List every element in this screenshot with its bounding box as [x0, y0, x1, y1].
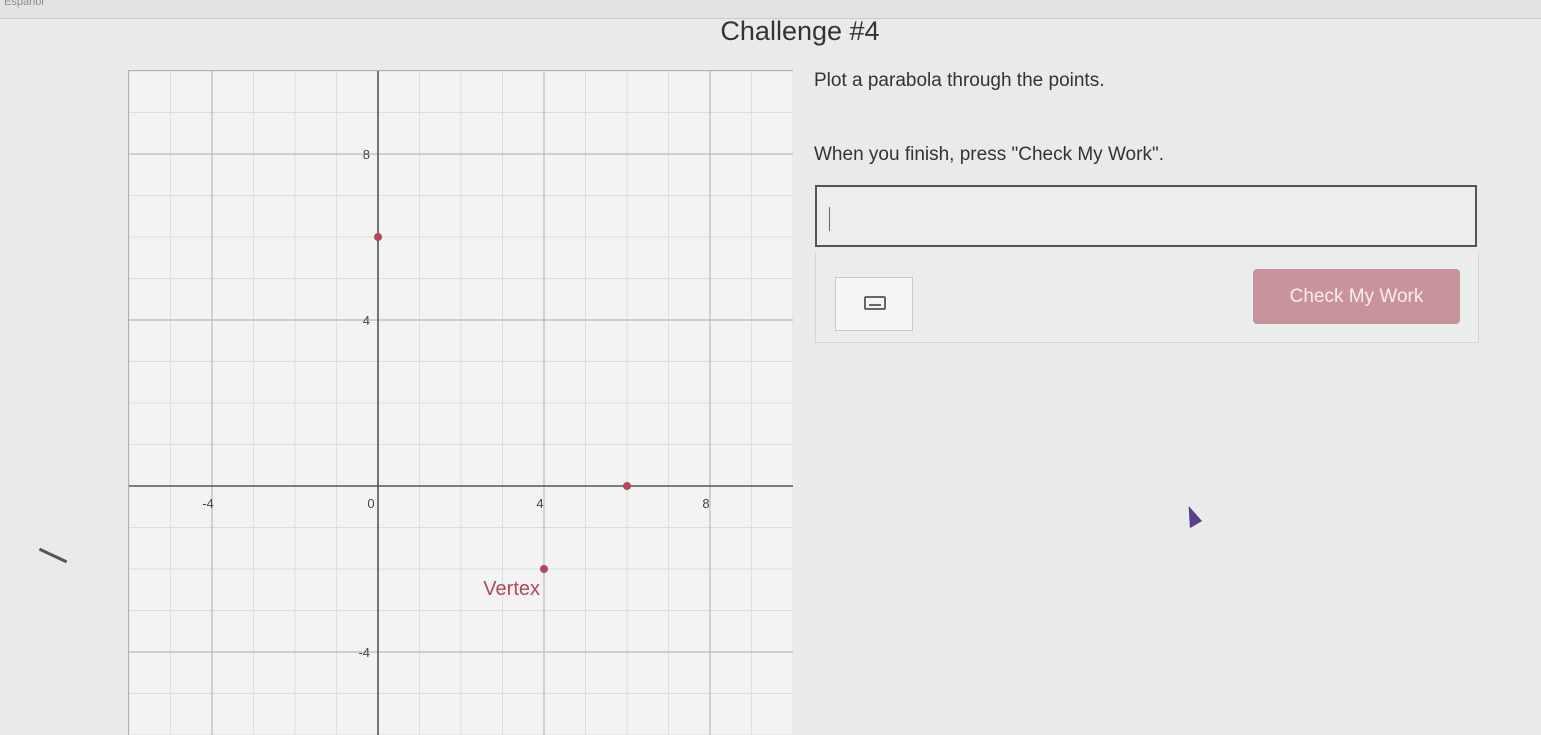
language-link[interactable]: Español: [4, 0, 44, 8]
keyboard-button[interactable]: [835, 277, 913, 331]
graph-svg[interactable]: -4 0 4 8 8 4 -4 Vertex: [129, 71, 793, 735]
plotted-point: [623, 482, 631, 490]
graph-canvas[interactable]: -4 0 4 8 8 4 -4 Vertex: [128, 70, 793, 735]
instruction-finish-text: When you finish, press "Check My Work".: [814, 144, 1164, 165]
x-tick-label: 0: [367, 496, 374, 511]
keyboard-icon: [864, 296, 886, 310]
edge-mark: [38, 547, 68, 564]
plotted-point: [540, 565, 548, 573]
check-my-work-button[interactable]: Check My Work: [1253, 269, 1460, 324]
x-tick-label: -4: [202, 496, 214, 511]
instruction-text: Plot a parabola through the points.: [814, 70, 1105, 91]
y-tick-label: 4: [363, 313, 370, 328]
x-tick-label: 4: [536, 496, 543, 511]
y-tick-label: -4: [358, 645, 370, 660]
answer-input[interactable]: [815, 185, 1477, 247]
plotted-point: [374, 233, 382, 241]
x-tick-label: 8: [702, 496, 709, 511]
vertex-label: Vertex: [483, 578, 540, 600]
text-caret: [829, 207, 830, 231]
page-title: Challenge #4: [720, 16, 880, 46]
pointer-cursor-icon: [1179, 503, 1203, 529]
y-tick-label: 8: [363, 147, 370, 162]
